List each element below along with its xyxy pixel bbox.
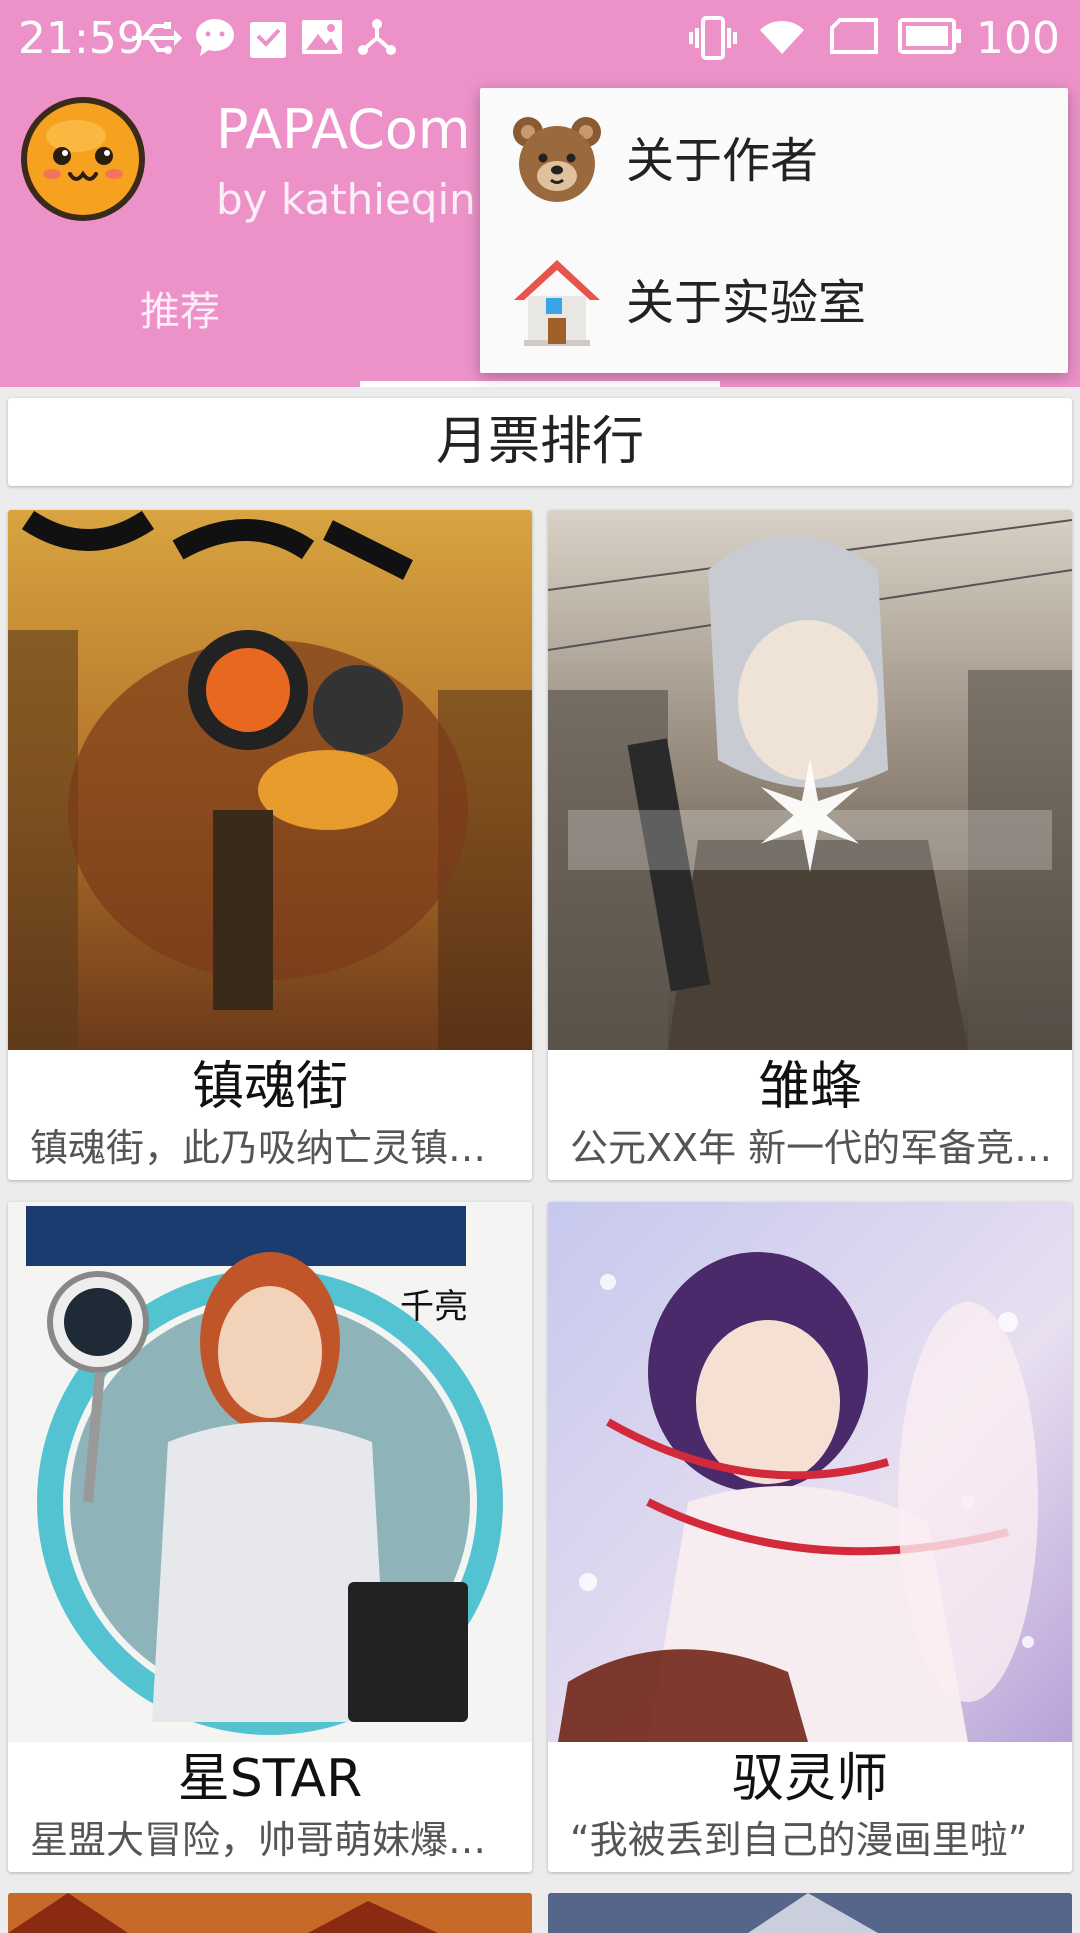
house-icon (514, 260, 600, 346)
comic-description: 星盟大冒险，帅哥萌妹爆笑登场 (30, 1818, 514, 1862)
bear-icon (513, 117, 601, 202)
comic-title: 镇魂街 (191, 1057, 348, 1117)
comic-title: 驭灵师 (731, 1749, 888, 1809)
comic-cover-image (8, 1893, 532, 1933)
wechat-icon (196, 19, 234, 56)
app-subtitle: by kathieqin (216, 175, 476, 224)
comic-description: “我被丢到自己的漫画里啦” (570, 1818, 1028, 1862)
share-icon (358, 19, 396, 55)
comic-card-zhenhunjie[interactable]: 镇魂街 镇魂街，此乃吸纳亡灵镇压恶灵之地 (8, 510, 532, 1180)
usb-icon (132, 22, 182, 54)
sim-icon (830, 18, 878, 54)
menu-item-about-author[interactable]: 关于作者 (480, 88, 1068, 230)
comic-card-partial[interactable] (548, 1893, 1072, 1933)
svg-text:千亮: 千亮 (400, 1287, 468, 1327)
comic-description: 公元XX年 新一代的军备竞赛开始了 (570, 1126, 1054, 1170)
app-logo-icon (21, 97, 145, 221)
menu-item-label: 关于作者 (626, 133, 819, 189)
comic-description: 镇魂街，此乃吸纳亡灵镇压恶灵之地 (30, 1126, 514, 1170)
comic-title: 星STAR (177, 1749, 363, 1809)
menu-item-about-lab[interactable]: 关于实验室 (480, 230, 1068, 372)
status-time: 21:59 (18, 13, 145, 64)
comic-card-yulingshi[interactable]: 驭灵师 “我被丢到自己的漫画里啦” (548, 1202, 1072, 1872)
battery-icon (898, 18, 961, 54)
comic-cover-image (8, 510, 532, 1050)
battery-level: 100 (976, 13, 1060, 64)
bag-icon (250, 22, 286, 58)
status-bar: 21:59 100 (0, 0, 1080, 78)
image-icon (302, 20, 342, 54)
comic-card-chufeng[interactable]: ✶ 雏蜂 公元XX年 新一代的军备竞赛开始了 (548, 510, 1072, 1180)
comic-cover-image (548, 1893, 1072, 1933)
comic-cover-image: 千亮 (8, 1202, 532, 1742)
comic-cover-image (548, 1202, 1072, 1742)
comic-card-star[interactable]: 千亮 星STAR 星盟大冒险，帅哥萌妹爆笑登场 (8, 1202, 532, 1872)
menu-item-label: 关于实验室 (626, 275, 867, 331)
wifi-icon (760, 21, 804, 54)
vibrate-icon (689, 16, 737, 60)
tab-recommend[interactable]: 推荐 (140, 286, 220, 338)
comic-title: 雏蜂 (757, 1057, 862, 1117)
tab-indicator (360, 381, 720, 387)
section-title: 月票排行 (435, 412, 644, 472)
overflow-menu: 关于作者 关于实验室 (480, 88, 1068, 373)
app-title: PAPACom (216, 98, 471, 161)
comic-cover-image: ✶ (548, 510, 1072, 1050)
comic-card-partial[interactable] (8, 1893, 532, 1933)
section-header-monthly-ranking: 月票排行 (8, 398, 1072, 486)
